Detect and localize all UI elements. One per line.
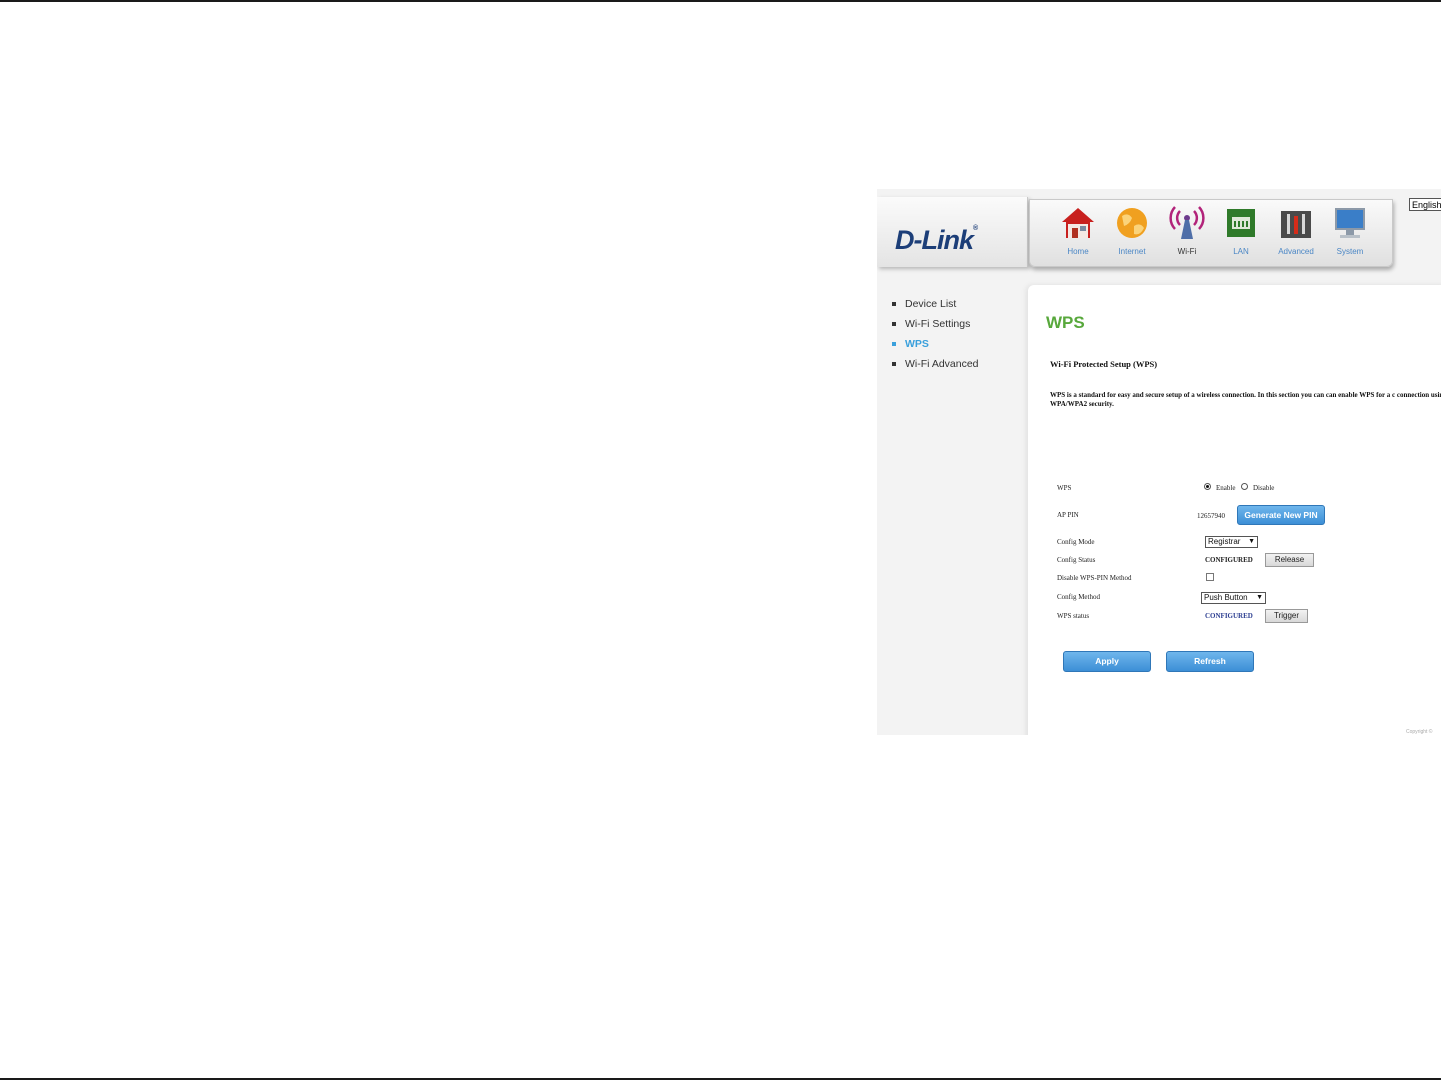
config-status-value: CONFIGURED [1205, 556, 1253, 564]
trigger-button[interactable]: Trigger [1265, 609, 1308, 623]
apply-button[interactable]: Apply [1063, 651, 1151, 672]
page-top-rule [0, 0, 1441, 2]
nav-internet[interactable]: Internet [1107, 204, 1157, 262]
config-method-select[interactable]: Push Button ▼ [1201, 592, 1266, 604]
config-mode-label: Config Mode [1057, 538, 1095, 546]
bullet-icon [892, 322, 896, 326]
release-button[interactable]: Release [1265, 553, 1314, 567]
disable-wps-pin-checkbox[interactable] [1206, 573, 1214, 581]
refresh-button[interactable]: Refresh [1166, 651, 1254, 672]
config-method-label: Config Method [1057, 593, 1100, 601]
nav-home[interactable]: Home [1053, 204, 1103, 262]
nav-advanced[interactable]: Advanced [1271, 204, 1321, 262]
lan-port-icon [1227, 209, 1255, 237]
disable-wps-pin-label: Disable WPS-PIN Method [1057, 574, 1132, 582]
sidebar-item-wifi-settings[interactable]: Wi-Fi Settings [892, 317, 979, 337]
bullet-icon [892, 302, 896, 306]
monitor-icon [1335, 208, 1365, 238]
page-title: WPS [1046, 313, 1085, 332]
wps-disable-radio[interactable] [1241, 483, 1248, 490]
wps-disable-label: Disable [1253, 484, 1275, 492]
sidebar-menu: Device List Wi-Fi Settings WPS Wi-Fi Adv… [892, 297, 979, 377]
nav-lan[interactable]: LAN [1216, 204, 1266, 262]
bullet-icon [892, 362, 896, 366]
language-select[interactable]: English [1409, 198, 1441, 211]
ap-pin-label: AP PIN [1057, 511, 1079, 519]
sidebar-item-device-list[interactable]: Device List [892, 297, 979, 317]
top-nav-bar: Home Internet Wi-Fi LAN Advanced System [1029, 199, 1393, 267]
content-panel: WPS Wi-Fi Protected Setup (WPS) WPS is a… [1028, 285, 1441, 735]
router-admin-screenshot: D-Link® Home Internet Wi-Fi LAN Advanced… [877, 189, 1441, 735]
wps-enable-radio[interactable] [1204, 483, 1211, 490]
wps-status-value: CONFIGURED [1205, 612, 1253, 620]
chevron-down-icon: ▼ [1256, 594, 1263, 601]
page-bottom-rule [0, 1078, 1441, 1080]
sidebar-item-wifi-advanced[interactable]: Wi-Fi Advanced [892, 357, 979, 377]
copyright-text: Copyright © [1406, 729, 1433, 735]
section-subtitle: Wi-Fi Protected Setup (WPS) [1050, 359, 1158, 369]
wps-status-label: WPS status [1057, 612, 1090, 620]
dlink-logo: D-Link® [895, 225, 978, 255]
section-description: WPS is a standard for easy and secure se… [1050, 391, 1441, 408]
nav-wifi[interactable]: Wi-Fi [1162, 204, 1212, 262]
sidebar-item-wps[interactable]: WPS [892, 337, 979, 357]
tools-icon [1281, 211, 1311, 238]
globe-icon [1117, 208, 1147, 238]
ap-pin-value: 12657940 [1197, 512, 1225, 520]
home-icon [1062, 208, 1094, 238]
bullet-icon [892, 342, 896, 346]
nav-system[interactable]: System [1325, 204, 1375, 262]
wifi-antenna-icon [1169, 206, 1205, 239]
config-mode-select[interactable]: Registrar ▼ [1205, 536, 1258, 548]
logo-panel: D-Link® [877, 197, 1028, 267]
generate-new-pin-button[interactable]: Generate New PIN [1237, 505, 1325, 525]
wps-label: WPS [1057, 484, 1072, 492]
wps-enable-label: Enable [1216, 484, 1236, 492]
chevron-down-icon: ▼ [1248, 538, 1255, 545]
config-status-label: Config Status [1057, 556, 1096, 564]
